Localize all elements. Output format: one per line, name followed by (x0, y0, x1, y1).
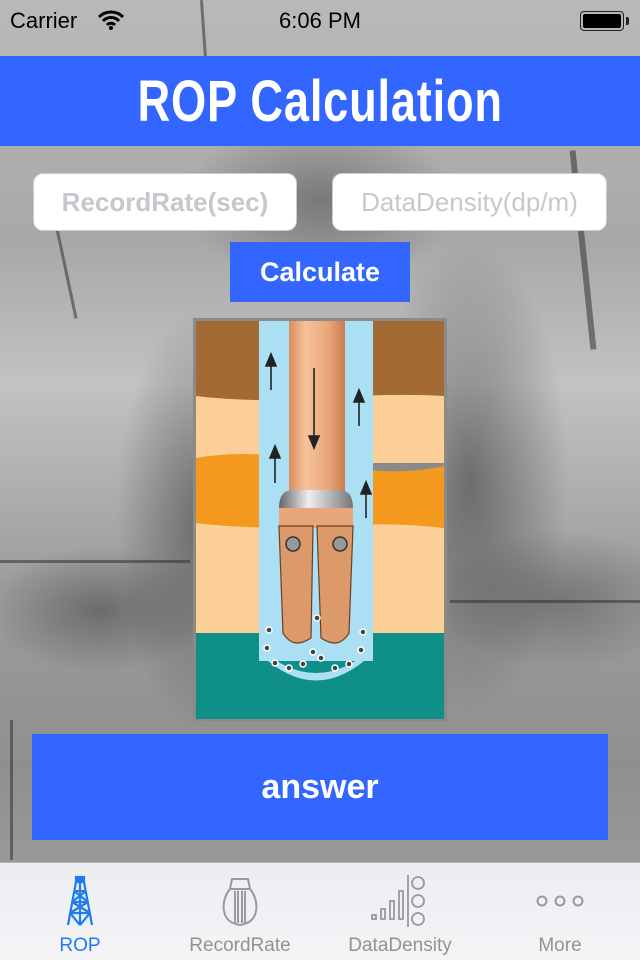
drill-illustration (193, 318, 447, 721)
answer-label: answer (261, 767, 379, 806)
battery-icon (580, 11, 629, 31)
datadensity-icon (370, 873, 430, 929)
bg-detail (450, 600, 640, 603)
status-bar: Carrier 6:06 PM (0, 0, 640, 40)
tab-bar: ROP RecordRate DataDensity More (0, 862, 640, 960)
tab-datadensity[interactable]: DataDensity (320, 863, 480, 960)
bg-detail (0, 560, 190, 563)
page-title: ROP Calculation (137, 68, 503, 134)
record-rate-input[interactable] (33, 173, 297, 231)
title-banner: ROP Calculation (0, 56, 640, 146)
drill-bit-image (193, 318, 447, 721)
calculate-button[interactable]: Calculate (230, 242, 410, 302)
tab-more[interactable]: More (480, 863, 640, 960)
tab-label: RecordRate (189, 935, 291, 956)
bg-detail (10, 720, 13, 860)
clock: 6:06 PM (279, 8, 361, 33)
derrick-icon (65, 873, 95, 929)
recordrate-icon (222, 873, 258, 929)
tab-rop[interactable]: ROP (0, 863, 160, 960)
battery-fill (583, 14, 621, 28)
data-density-input[interactable] (332, 173, 607, 231)
battery-tip (626, 17, 629, 25)
more-icon (535, 873, 585, 929)
tab-label: ROP (59, 935, 101, 956)
tab-label: More (538, 935, 582, 956)
tab-recordrate[interactable]: RecordRate (160, 863, 320, 960)
drill-pipe (289, 321, 345, 491)
tab-label: DataDensity (348, 935, 452, 956)
bit-collar (279, 490, 353, 508)
answer-display: answer (32, 734, 608, 840)
